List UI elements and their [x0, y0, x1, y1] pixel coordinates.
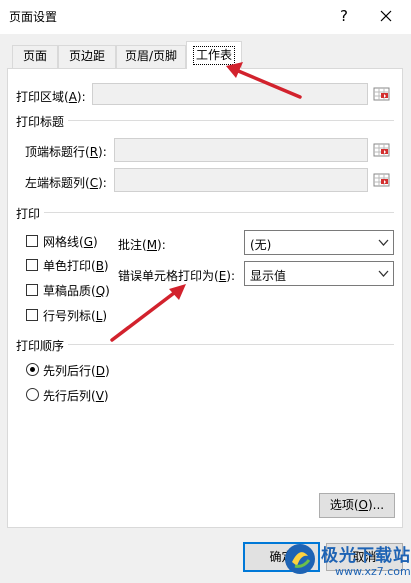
dialog-title: 页面设置	[9, 10, 58, 24]
chevron-down-icon	[378, 270, 389, 277]
draft-quality-label: 草稿品质(Q)	[43, 284, 110, 298]
chevron-down-icon	[378, 239, 389, 246]
row-col-headings-label: 行号列标(L)	[43, 309, 108, 323]
draft-quality-checkbox[interactable]	[26, 284, 38, 296]
watermark: 极光下载站 www.xz7.com	[283, 538, 411, 582]
print-divider	[44, 212, 394, 213]
down-then-over-radio[interactable]	[26, 363, 39, 376]
rows-collapse-button[interactable]	[372, 140, 392, 160]
black-white-checkbox[interactable]	[26, 259, 38, 271]
over-then-down-radio[interactable]	[26, 388, 39, 401]
cell-errors-dropdown-arrow[interactable]	[374, 262, 393, 285]
tab-page-label: 页面	[22, 49, 47, 63]
options-button[interactable]: 选项(O)...	[319, 493, 395, 518]
comments-label: 批注(M):	[118, 238, 166, 252]
columns-to-repeat-label: 左端标题列(C):	[25, 176, 107, 190]
title-bar: 页面设置 ?	[0, 0, 411, 34]
cell-errors-select[interactable]: 显示值	[244, 261, 394, 286]
rows-to-repeat-input[interactable]	[114, 138, 368, 162]
sheet-panel: 打印区域(A): 打印标题 顶端标题行(R): 左端标题列(C): 打印 网格线…	[7, 68, 403, 528]
print-area-label: 打印区域(A):	[16, 90, 86, 104]
comments-select[interactable]: (无)	[244, 230, 394, 255]
over-then-down-label: 先行后列(V)	[43, 389, 109, 403]
print-area-collapse-button[interactable]	[372, 84, 392, 104]
close-button[interactable]	[374, 4, 398, 28]
help-button[interactable]: ?	[333, 4, 355, 28]
print-area-input[interactable]	[92, 83, 368, 105]
watermark-title: 极光下载站	[321, 546, 411, 566]
range-select-icon	[373, 173, 390, 187]
close-icon	[380, 10, 392, 22]
tab-header-footer-label: 页眉/页脚	[124, 49, 178, 63]
watermark-logo-icon	[285, 544, 315, 574]
cell-errors-label: 错误单元格打印为(E):	[118, 269, 236, 283]
down-then-over-label: 先列后行(D)	[43, 364, 110, 378]
comments-dropdown-arrow[interactable]	[374, 231, 393, 254]
tab-margins-label: 页边距	[68, 49, 105, 63]
tab-margins[interactable]: 页边距	[58, 45, 116, 68]
tab-header-footer[interactable]: 页眉/页脚	[116, 45, 186, 68]
black-white-label: 单色打印(B)	[43, 259, 109, 273]
columns-to-repeat-input[interactable]	[114, 168, 368, 192]
watermark-url: www.xz7.com	[335, 565, 411, 578]
columns-collapse-button[interactable]	[372, 170, 392, 190]
gridlines-label: 网格线(G)	[43, 235, 98, 249]
cell-errors-select-value: 显示值	[250, 269, 287, 283]
print-titles-heading: 打印标题	[16, 115, 65, 129]
page-order-divider	[68, 344, 394, 345]
tab-sheet-label: 工作表	[192, 46, 235, 65]
range-select-icon	[373, 143, 390, 157]
row-col-headings-checkbox[interactable]	[26, 309, 38, 321]
print-heading: 打印	[16, 207, 41, 221]
tab-page[interactable]: 页面	[12, 45, 58, 68]
comments-select-value: (无)	[250, 238, 272, 252]
tab-sheet[interactable]: 工作表	[186, 41, 242, 69]
page-order-heading: 打印顺序	[16, 339, 65, 353]
gridlines-checkbox[interactable]	[26, 235, 38, 247]
rows-to-repeat-label: 顶端标题行(R):	[25, 145, 107, 159]
range-select-icon	[373, 87, 390, 101]
print-titles-divider	[68, 120, 394, 121]
